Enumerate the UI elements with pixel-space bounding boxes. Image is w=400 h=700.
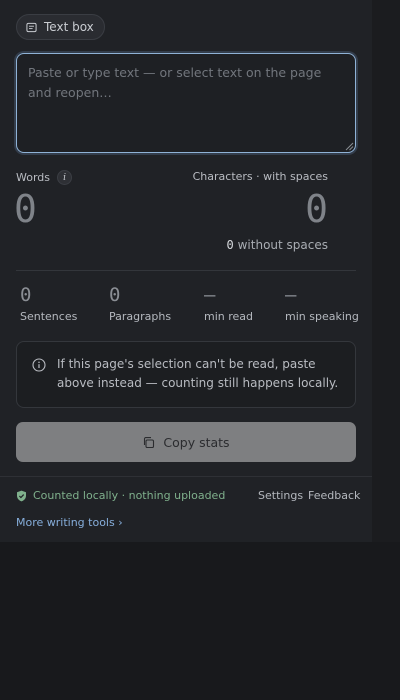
stats-divider [16,270,356,271]
copy-stats-button[interactable]: Copy stats [16,422,356,462]
stat-value: 0 [109,284,121,306]
without-spaces-count: 0 [226,238,234,252]
privacy-status: Counted locally · nothing uploaded [16,489,225,502]
feedback-link[interactable]: Feedback [308,489,360,502]
text-input[interactable] [16,53,356,153]
word-counter-panel: Text box Words i Characters · with space… [0,0,372,542]
stat-label: min read [204,310,254,323]
stat-min-read: — min read [204,284,253,323]
words-label: Words [16,171,51,184]
settings-link[interactable]: Settings [258,489,303,502]
without-spaces-line: 0 without spaces [227,238,328,252]
stat-label: Paragraphs [109,310,172,323]
selection-notice: If this page's selection can't be read, … [16,341,356,408]
more-writing-tools-link[interactable]: More writing tools › [16,516,123,529]
stat-value: — [204,284,216,306]
source-chip-label: Text box [44,20,94,34]
scrollbar-track[interactable] [372,0,400,542]
stat-paragraphs: 0 Paragraphs [109,284,171,323]
stat-sentences: 0 Sentences [20,284,77,323]
notice-text: If this page's selection can't be read, … [57,357,339,390]
footer-divider [0,476,372,477]
source-chip-text-box[interactable]: Text box [16,14,105,40]
without-spaces-label: without spaces [237,238,328,252]
copy-stats-label: Copy stats [163,434,230,450]
characters-label: Characters · with spaces [192,170,328,183]
privacy-text: Counted locally · nothing uploaded [33,489,226,502]
words-count: 0 [14,187,37,231]
stat-value: — [285,284,297,306]
info-icon [32,358,46,372]
shield-check-icon [17,490,26,501]
copy-icon [144,436,155,448]
resize-grip-icon[interactable] [345,142,354,151]
stat-value: 0 [20,284,32,306]
words-label-group: Words i [16,170,73,185]
stat-label: min speaking [285,310,359,323]
stat-label: Sentences [20,310,78,323]
characters-count: 0 [305,187,328,231]
stat-min-speaking: — min speaking [285,284,359,323]
text-box-icon [26,22,37,32]
words-info-icon[interactable]: i [57,170,73,185]
